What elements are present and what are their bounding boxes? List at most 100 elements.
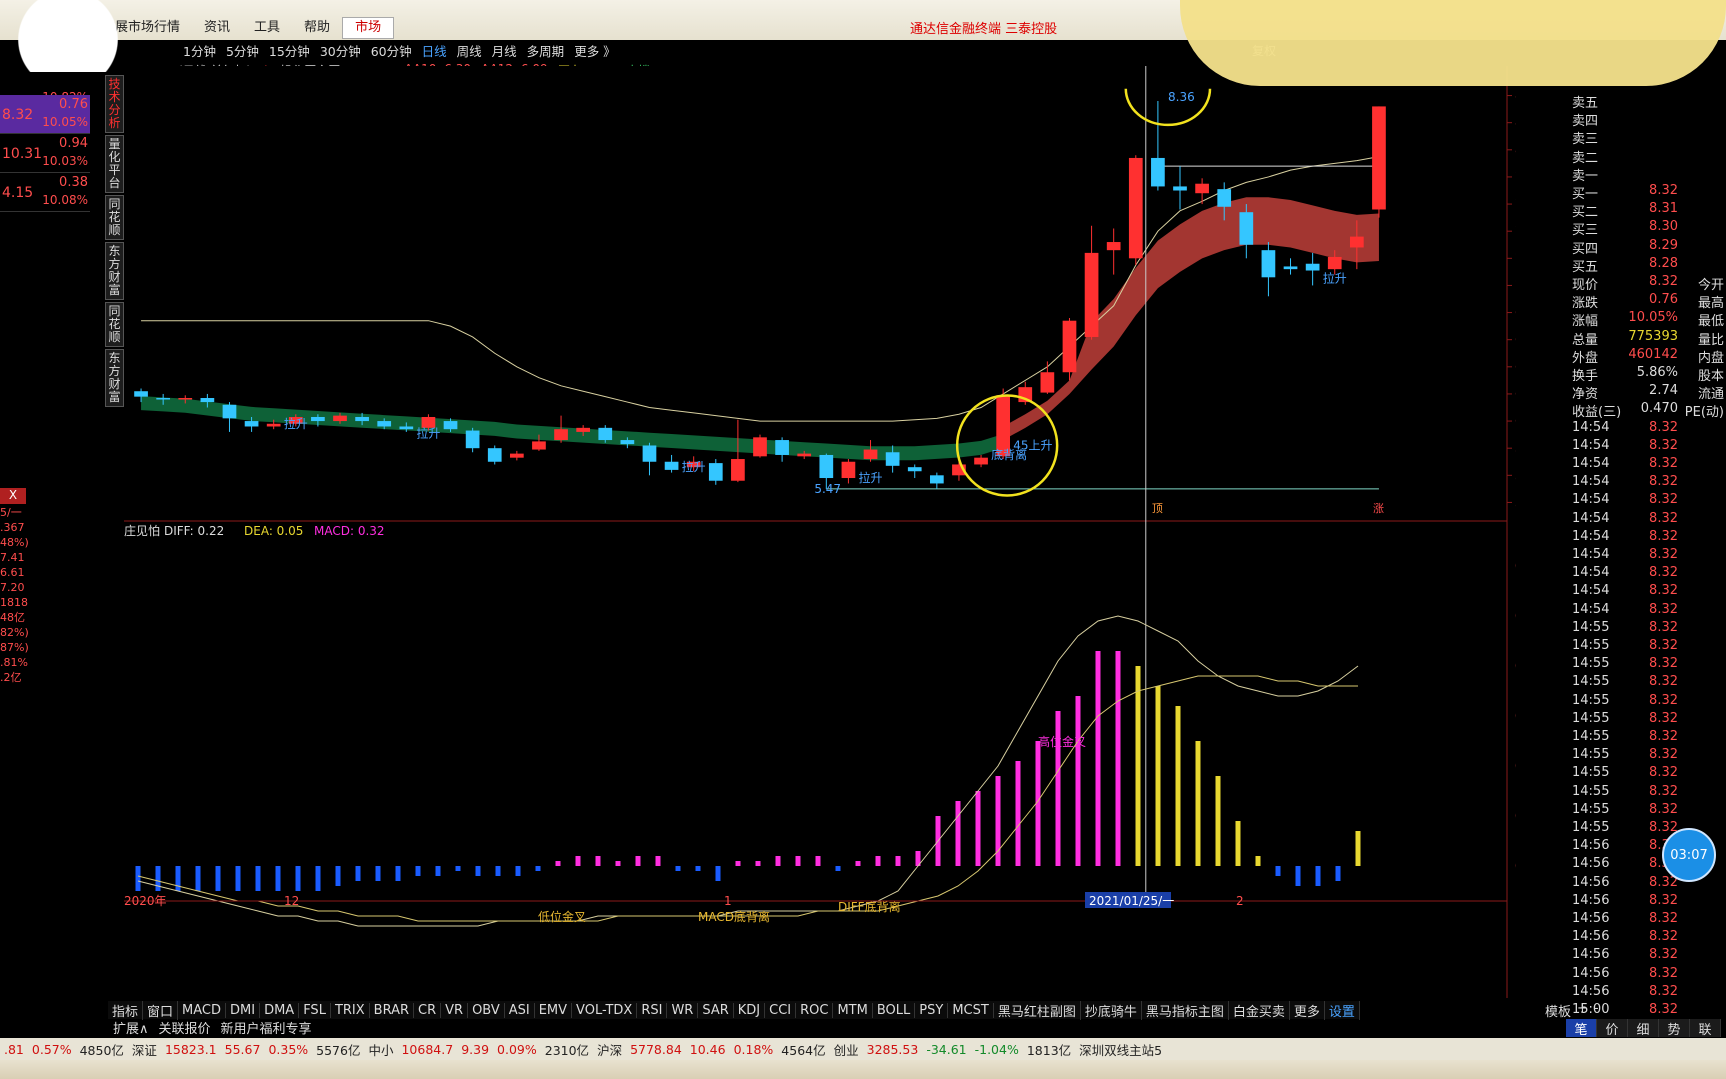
- indicator-tab[interactable]: ROC: [796, 1002, 834, 1018]
- indicator-tab[interactable]: WR: [667, 1002, 699, 1018]
- remove-window-button[interactable]: -: [1594, 1001, 1599, 1019]
- related-quote-button[interactable]: 关联报价: [154, 1018, 216, 1037]
- y-tick-label: 8.00: [1515, 143, 1516, 157]
- indicator-tab[interactable]: SAR: [698, 1002, 734, 1018]
- label: 14:55: [1572, 820, 1610, 835]
- indicator-tab[interactable]: OBV: [468, 1002, 505, 1018]
- add-window-button[interactable]: +: [1577, 1001, 1588, 1019]
- vtab-tech-analysis[interactable]: 技术分析: [105, 75, 124, 133]
- candle-body: [509, 453, 524, 458]
- vtab-quant[interactable]: 量化平台: [105, 135, 124, 193]
- candle-body: [1062, 320, 1077, 373]
- indicator-tab[interactable]: BOLL: [873, 1002, 916, 1018]
- indicator-tab[interactable]: BRAR: [370, 1002, 415, 1018]
- indicator-tab[interactable]: 白金买卖: [1229, 1000, 1290, 1020]
- indicator-tab[interactable]: CCI: [765, 1002, 797, 1018]
- stat-row: 总量 775393 量比: [1570, 329, 1726, 348]
- menu-tools[interactable]: 工具: [242, 18, 292, 38]
- indicator-tab[interactable]: ASI: [505, 1002, 535, 1018]
- tick-row: 14:55 8.32: [1570, 765, 1726, 783]
- close-icon[interactable]: X: [0, 488, 26, 504]
- label: 换手: [1572, 369, 1599, 384]
- candle-body: [1217, 189, 1232, 207]
- watchlist-row[interactable]: 10.31 0.94 10.03%: [0, 134, 90, 173]
- menu-help[interactable]: 帮助: [292, 18, 342, 38]
- indicator-tab[interactable]: 黑马红柱副图: [994, 1000, 1081, 1020]
- row-change: 0.94: [59, 136, 88, 151]
- template-button[interactable]: 模板: [1545, 1001, 1571, 1020]
- macd-annotation: 高位金叉: [1038, 734, 1086, 749]
- indicator-tab[interactable]: 黑马指标主图: [1142, 1000, 1229, 1020]
- candle-body: [1106, 242, 1121, 251]
- status-item: 0.35%: [268, 1041, 309, 1057]
- tab-link[interactable]: 联: [1690, 1019, 1721, 1038]
- period-daily[interactable]: 日线: [417, 41, 452, 60]
- tick-row: 14:55 8.32: [1570, 693, 1726, 711]
- status-item: 55.67: [224, 1041, 261, 1057]
- indicator-tab[interactable]: 更多: [1290, 1000, 1325, 1020]
- candle-body: [664, 461, 679, 470]
- indicator-tab[interactable]: KDJ: [734, 1002, 766, 1018]
- label: 14:55: [1572, 747, 1610, 763]
- vtab-tonghuashun[interactable]: 同花顺: [105, 195, 124, 240]
- app-banner: 通达信金融终端 三泰控股: [910, 18, 1057, 37]
- period-1min[interactable]: 1分钟: [178, 41, 221, 60]
- extend-button[interactable]: 扩展∧: [108, 1018, 154, 1037]
- indicator-tab[interactable]: RSI: [637, 1002, 668, 1018]
- new-user-benefit-button[interactable]: 新用户福利专享: [216, 1018, 317, 1037]
- indicator-tab[interactable]: EMV: [535, 1002, 573, 1018]
- x-axis-label: 1: [724, 894, 732, 908]
- indicator-tab[interactable]: MACD: [178, 1002, 226, 1018]
- indicator-tab[interactable]: DMI: [226, 1002, 261, 1018]
- label: 卖三: [1572, 132, 1599, 148]
- watchlist-row[interactable]: 8.32 0.76 10.05%: [0, 95, 90, 134]
- label: 外盘: [1572, 350, 1599, 366]
- period-5min[interactable]: 5分钟: [221, 41, 264, 60]
- period-multi[interactable]: 多周期: [522, 41, 570, 60]
- tab-trades[interactable]: 笔: [1566, 1019, 1597, 1038]
- macd-legend-dea: DEA: 0.05: [244, 524, 303, 538]
- indicator-tab[interactable]: TRIX: [331, 1002, 370, 1018]
- status-item: 9.39: [461, 1041, 490, 1057]
- vtab-eastmoney-2[interactable]: 东方财富: [105, 349, 124, 407]
- watchlist-row[interactable]: 4.15 0.38 10.08%: [0, 173, 90, 212]
- status-item: 10.46: [689, 1041, 726, 1057]
- indicator-tab[interactable]: MCST: [948, 1002, 994, 1018]
- vtab-eastmoney[interactable]: 东方财富: [105, 242, 124, 300]
- indicator-tab[interactable]: 抄底骑牛: [1081, 1000, 1142, 1020]
- label: 买二: [1572, 205, 1599, 221]
- value: 8.32: [1649, 747, 1678, 763]
- timer-badge[interactable]: 03:07: [1662, 828, 1716, 882]
- period-more[interactable]: 更多 》: [569, 41, 620, 60]
- y-tick-label: 6.80: [1515, 306, 1516, 320]
- indicator-tab[interactable]: 设置: [1325, 1000, 1360, 1020]
- sticker-decoration: [1180, 0, 1726, 86]
- menu-news[interactable]: 资讯: [192, 18, 242, 38]
- indicator-tab[interactable]: CR: [414, 1002, 442, 1018]
- period-weekly[interactable]: 周线: [452, 41, 487, 60]
- status-item: 深圳双线主站5: [1079, 1042, 1163, 1058]
- desktop-strip: [0, 1060, 1726, 1079]
- indicator-tab[interactable]: DMA: [260, 1002, 300, 1018]
- value: 8.32: [1649, 183, 1678, 198]
- period-60min[interactable]: 60分钟: [366, 41, 417, 60]
- vtab-tonghuashun-2[interactable]: 同花顺: [105, 302, 124, 347]
- indicator-tab[interactable]: VR: [441, 1002, 469, 1018]
- indicator-tab[interactable]: VOL-TDX: [572, 1002, 638, 1018]
- tab-price[interactable]: 价: [1597, 1019, 1628, 1038]
- candle-body: [1305, 263, 1320, 271]
- period-monthly[interactable]: 月线: [487, 41, 522, 60]
- tick-row: 14:56 8.32: [1570, 929, 1726, 947]
- y-tick-label: 8.20: [1515, 116, 1516, 130]
- period-15min[interactable]: 15分钟: [264, 41, 315, 60]
- indicator-tab[interactable]: PSY: [915, 1002, 949, 1018]
- tab-detail[interactable]: 细: [1628, 1019, 1659, 1038]
- kline-chart-area[interactable]: 8.40 8.20 8.00 7.80 7.60 7.40 7.20 7.00 6.80 6.60…: [124, 66, 1516, 998]
- period-30min[interactable]: 30分钟: [315, 41, 366, 60]
- indicator-tab[interactable]: MTM: [833, 1002, 873, 1018]
- tab-trend[interactable]: 势: [1659, 1019, 1690, 1038]
- status-item: .81: [4, 1041, 24, 1057]
- indicator-tab[interactable]: FSL: [299, 1002, 331, 1018]
- stat-row: 净资 2.74 流通: [1570, 383, 1726, 402]
- menu-market[interactable]: 市场: [342, 17, 395, 39]
